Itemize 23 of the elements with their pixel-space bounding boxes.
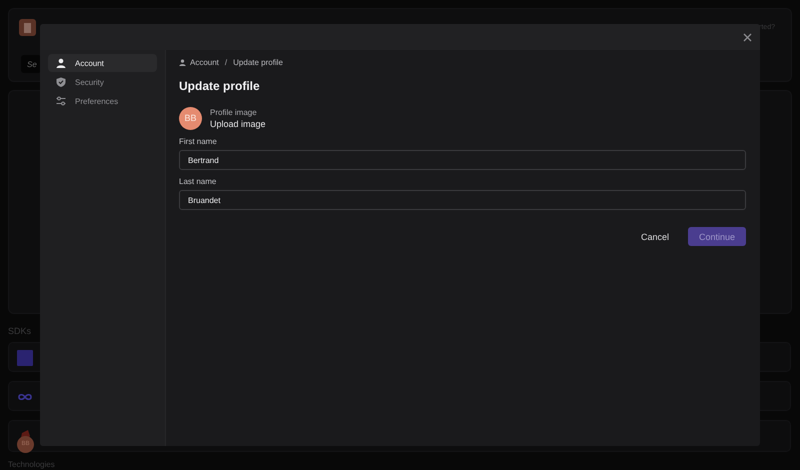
cancel-button[interactable]: Cancel: [636, 227, 673, 246]
logo-icon: [17, 350, 33, 366]
close-icon[interactable]: [743, 32, 752, 42]
field-label: Last name: [179, 177, 218, 186]
sidebar-item[interactable]: Account: [48, 54, 157, 72]
person-icon: [56, 58, 66, 68]
breadcrumb-link[interactable]: Update profile: [233, 58, 283, 66]
sidebar-item[interactable]: Preferences: [48, 92, 157, 110]
field-label: First name: [179, 137, 218, 146]
breadcrumb-link[interactable]: Account: [179, 58, 219, 66]
breadcrumb-separator: /: [224, 58, 228, 66]
input-field[interactable]: Bruandet: [179, 190, 746, 210]
avatar: BB: [179, 107, 202, 130]
search-field[interactable]: Se: [21, 55, 41, 73]
upload-link[interactable]: Upload image: [210, 119, 266, 129]
sidebar-item[interactable]: Security: [48, 73, 157, 91]
input-field[interactable]: Bertrand: [179, 150, 746, 170]
page-title: Update profile: [179, 79, 261, 93]
building-icon: [19, 19, 36, 36]
field-label: Profile image: [210, 108, 258, 117]
person-icon: [179, 58, 186, 66]
shield-icon: [56, 77, 66, 87]
sliders-icon: [56, 96, 66, 106]
